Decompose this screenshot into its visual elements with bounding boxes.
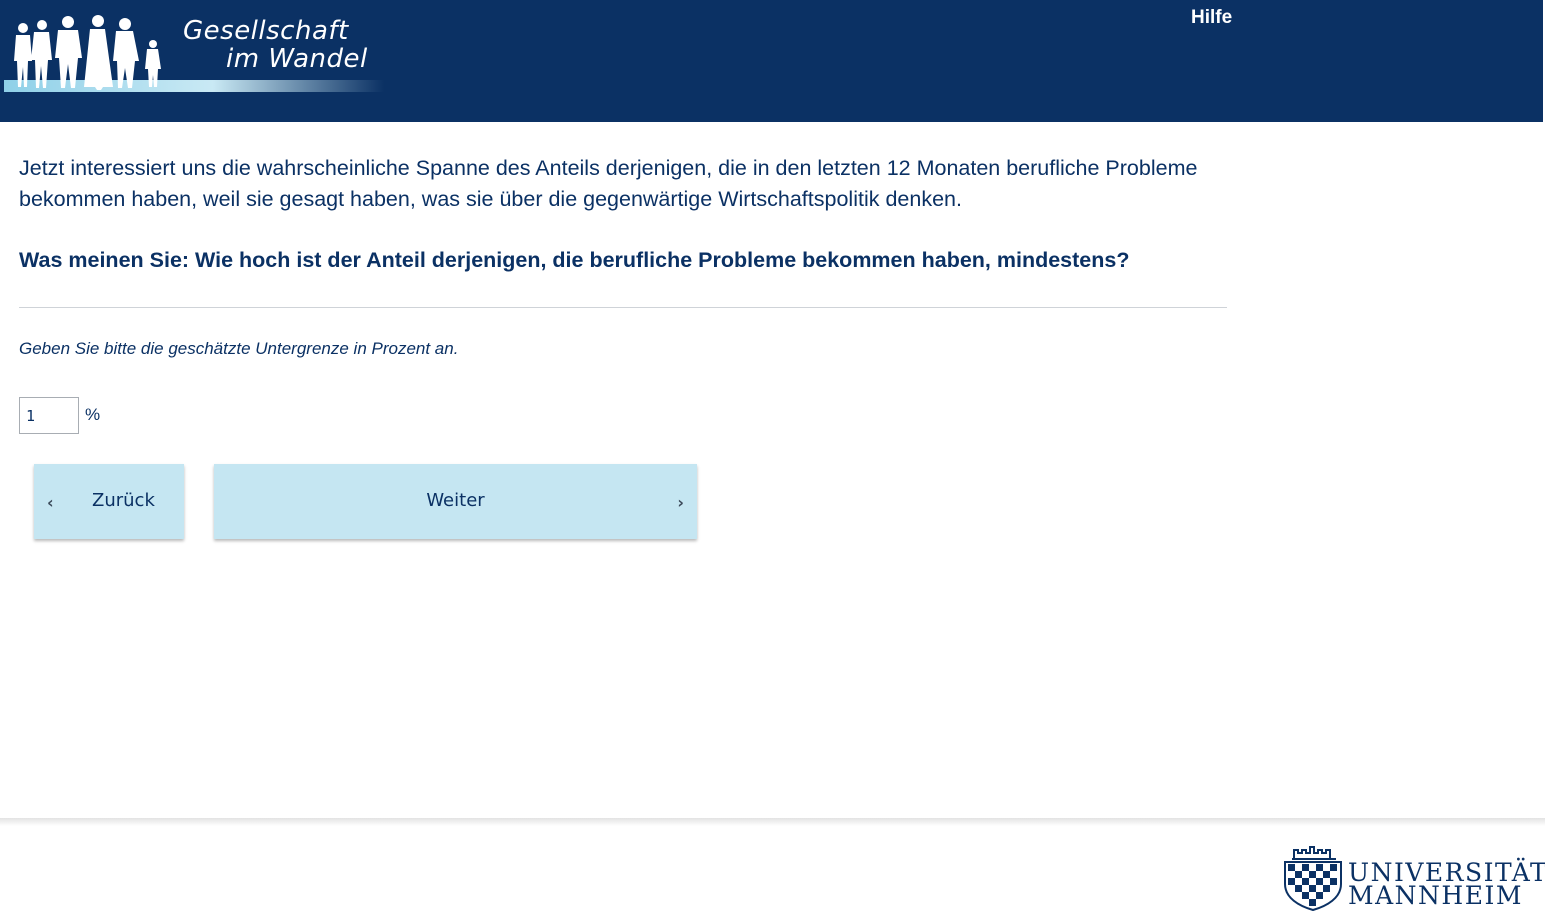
logo-text-line2: im Wandel: [226, 44, 368, 74]
back-button-label: Zurück: [92, 490, 155, 511]
help-link[interactable]: Hilfe: [1191, 7, 1232, 29]
logo-text-line1: Gesellschaft: [183, 16, 349, 46]
percent-unit-label: %: [85, 405, 101, 424]
divider: [19, 307, 1227, 308]
footer-divider: [0, 818, 1545, 826]
chevron-left-icon: ‹: [47, 493, 54, 512]
intro-text: Jetzt interessiert uns die wahrscheinlic…: [19, 156, 1198, 211]
university-crest-icon: [1284, 846, 1342, 911]
instruction-text: Geben Sie bitte die geschätzte Untergren…: [19, 339, 459, 358]
university-mannheim-logo: UNIVERSITÄT MANNHEIM: [1280, 840, 1545, 911]
header-bar: Gesellschaft im Wandel Hilfe: [0, 0, 1543, 122]
next-button[interactable]: Weiter ›: [214, 464, 697, 539]
back-button[interactable]: ‹ Zurück: [34, 464, 184, 539]
chevron-right-icon: ›: [677, 493, 684, 512]
question-text: Was meinen Sie: Wie hoch ist der Anteil …: [19, 248, 1130, 272]
next-button-label: Weiter: [426, 490, 485, 511]
percent-input[interactable]: [19, 397, 79, 434]
gesellschaft-im-wandel-logo: Gesellschaft im Wandel: [0, 0, 385, 100]
university-name-line2: MANNHEIM: [1348, 881, 1523, 910]
